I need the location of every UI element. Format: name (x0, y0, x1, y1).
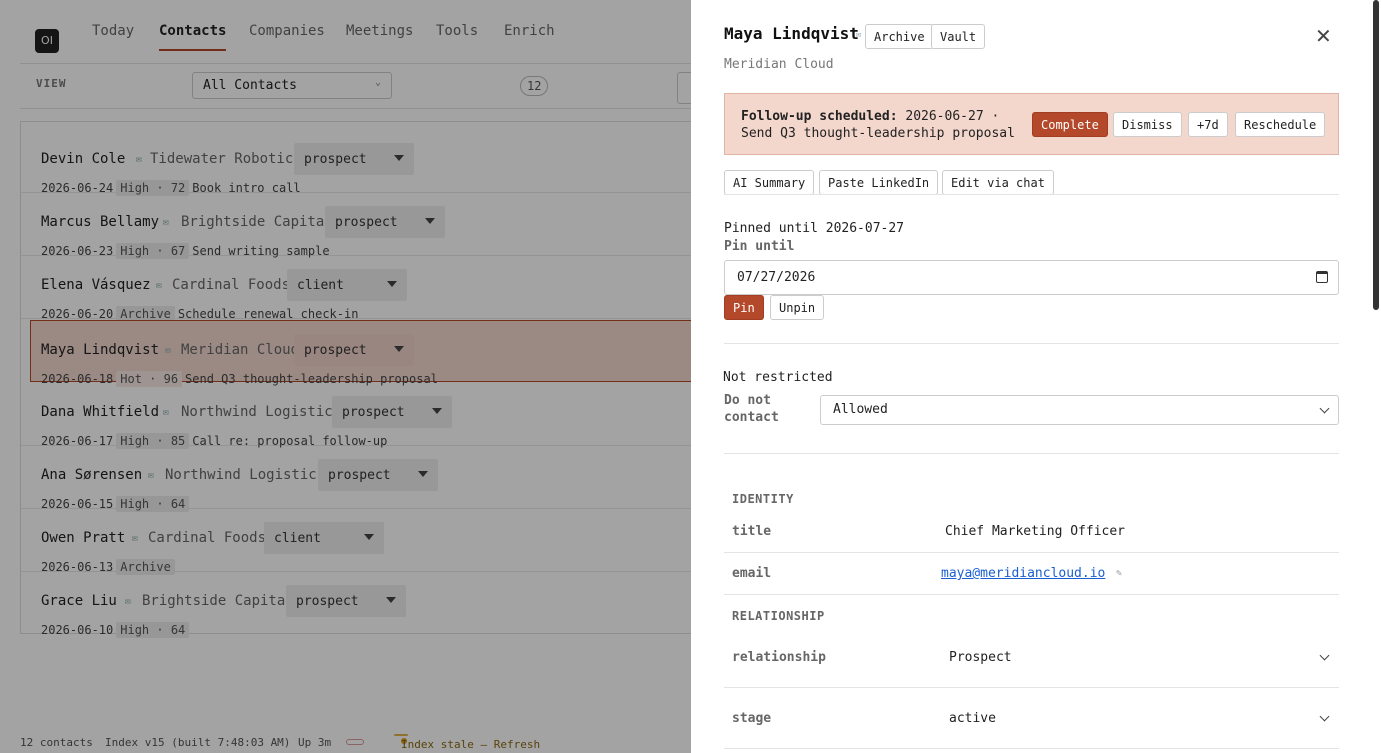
field-row-stage: stage active (724, 688, 1339, 749)
field-key: title (732, 524, 772, 539)
unpin-button[interactable]: Unpin (770, 295, 825, 320)
relationship-select[interactable]: Prospect (949, 650, 1012, 665)
snooze-7d-button[interactable]: +7d (1188, 112, 1228, 137)
chevron-down-icon (1319, 711, 1330, 722)
field-row-relationship: relationship Prospect (724, 627, 1339, 688)
drawer-contact-name: Maya Lindqvist (724, 24, 859, 43)
pencil-icon[interactable]: ✎ (1116, 568, 1122, 579)
paste-linkedin-button[interactable]: Paste LinkedIn (819, 170, 939, 195)
edit-via-chat-button[interactable]: Edit via chat (942, 170, 1054, 195)
drawer-company: Meridian Cloud (724, 57, 834, 72)
drawer-scrollbar[interactable] (1373, 0, 1379, 310)
divider (724, 194, 1339, 195)
chevron-down-icon (1319, 403, 1330, 414)
field-row-email: email maya@meridiancloud.io ✎ (724, 553, 1339, 595)
reschedule-button[interactable]: Reschedule (1235, 112, 1326, 137)
title-value[interactable]: Chief Marketing Officer (945, 524, 1125, 539)
ai-summary-button[interactable]: AI Summary (724, 170, 815, 195)
divider (724, 343, 1339, 344)
pinned-status: Pinned until 2026-07-27 (724, 221, 905, 236)
mail-icon: ✉ (856, 30, 862, 40)
field-key: email (732, 566, 772, 581)
dismiss-button[interactable]: Dismiss (1113, 112, 1182, 137)
followup-label: Follow-up scheduled: (741, 109, 898, 124)
followup-banner: Follow-up scheduled: 2026-06-27 · Send Q… (724, 93, 1339, 155)
followup-text: Follow-up scheduled: 2026-06-27 · Send Q… (741, 108, 1033, 142)
relationship-section-heading: RELATIONSHIP (732, 609, 825, 623)
calendar-icon[interactable] (1316, 271, 1328, 283)
stage-select[interactable]: active (949, 711, 996, 726)
chevron-down-icon (1319, 650, 1330, 661)
field-key: relationship (732, 650, 826, 665)
field-row-title: title Chief Marketing Officer (724, 511, 1339, 553)
identity-section-heading: IDENTITY (732, 492, 794, 506)
vault-chip[interactable]: Vault (931, 24, 986, 49)
do-not-contact-label: Do not contact (724, 393, 779, 425)
do-not-contact-value: Allowed (833, 402, 888, 417)
do-not-contact-select[interactable]: Allowed (820, 395, 1339, 425)
archive-chip[interactable]: Archive (865, 24, 934, 49)
modal-backdrop[interactable] (0, 0, 691, 753)
pin-date-value: 07/27/2026 (737, 270, 816, 285)
contact-detail-drawer: Maya Lindqvist ✉ Archive Vault ✕ Meridia… (691, 0, 1381, 753)
pin-button[interactable]: Pin (724, 295, 764, 320)
pin-until-label: Pin until (724, 239, 795, 254)
divider (724, 453, 1339, 454)
pin-date-input[interactable]: 07/27/2026 (724, 260, 1339, 295)
restriction-status: Not restricted (723, 370, 833, 385)
field-key: stage (732, 711, 772, 726)
complete-button[interactable]: Complete (1032, 112, 1108, 137)
close-icon[interactable]: ✕ (1315, 24, 1332, 48)
email-link[interactable]: maya@meridiancloud.io (941, 566, 1105, 581)
